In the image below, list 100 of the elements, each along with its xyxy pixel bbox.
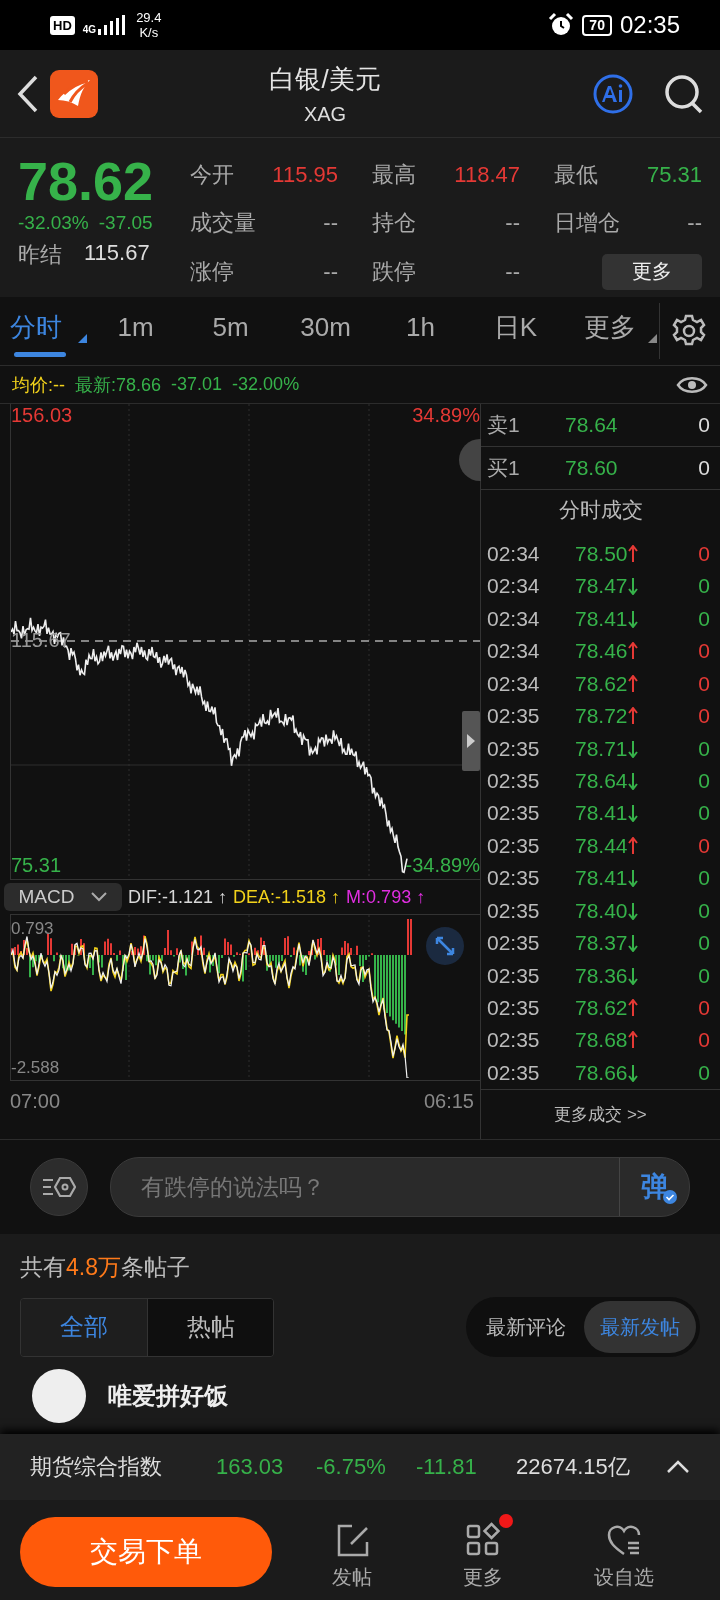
more-trades-link[interactable]: 更多成交 >>: [481, 1089, 720, 1139]
trade-price: 78.37: [575, 931, 628, 956]
trade-volume: 0: [698, 542, 710, 566]
nav-item[interactable]: 更多: [451, 1513, 515, 1591]
price-info: 均价:--: [12, 373, 65, 397]
trade-volume: 0: [698, 1060, 710, 1085]
slide-handle[interactable]: [459, 439, 481, 481]
trade-time: 02:35: [487, 801, 541, 826]
field-label: 最高: [372, 161, 416, 189]
book-price: 78.64: [565, 412, 619, 437]
app-logo-icon: [50, 69, 98, 118]
nav-item[interactable]: 设自选: [582, 1513, 667, 1591]
trade-volume: 0: [698, 704, 710, 729]
change-percent: -32.03%: [18, 212, 89, 234]
field-value: --: [687, 210, 702, 237]
danmaku-button[interactable]: 弹: [619, 1158, 689, 1216]
price-info: 最新:78.66: [75, 373, 162, 397]
axis-label: 75.31: [11, 854, 62, 877]
settings-icon[interactable]: [672, 314, 706, 348]
indicator-value: DEA:-1.518 ↑: [233, 886, 341, 908]
trade-price: 78.50: [575, 542, 628, 566]
arrow-up-icon: [627, 674, 638, 693]
period-tab[interactable]: 更多: [575, 303, 659, 359]
trade-volume: 0: [698, 768, 710, 793]
symbol-code: XAG: [303, 102, 347, 126]
grid-icon: [465, 1521, 501, 1558]
trade-volume: 0: [698, 671, 710, 696]
change-amount: -37.05: [98, 212, 153, 234]
axis-label: -2.588: [11, 1058, 60, 1078]
network-speed: 29.4: [136, 10, 162, 25]
indicator-dropdown[interactable]: MACD: [4, 883, 122, 911]
arrow-down-icon: [627, 609, 638, 628]
eye-icon[interactable]: [676, 374, 708, 395]
trade-price: 78.71: [575, 736, 628, 761]
book-volume: 0: [698, 455, 710, 480]
trade-volume: 0: [698, 931, 710, 956]
trade-time: 02:34: [487, 542, 541, 566]
field-label: 昨结: [18, 241, 62, 269]
alarm-icon: [548, 12, 575, 38]
index-value: 163.03: [216, 1454, 285, 1480]
caret-up-icon[interactable]: [666, 1460, 690, 1474]
axis-label: 07:00: [10, 1089, 61, 1113]
field-label: 最低: [554, 161, 598, 189]
period-tab[interactable]: 1m: [101, 305, 185, 357]
field-label: 今开: [190, 161, 234, 189]
trade-time: 02:35: [487, 736, 541, 761]
list-icon: [42, 1176, 76, 1198]
trade-time: 02:35: [487, 768, 541, 793]
trade-price: 78.40: [575, 898, 628, 923]
index-change-percent: -6.75%: [316, 1454, 387, 1480]
period-tab[interactable]: 1h: [386, 305, 469, 357]
trade-time: 02:34: [487, 639, 541, 664]
trade-price: 78.62: [575, 995, 628, 1020]
field-value: --: [323, 258, 338, 285]
field-value: 115.67: [84, 240, 150, 267]
book-price: 78.60: [565, 455, 619, 480]
collapse-handle[interactable]: [462, 711, 480, 771]
trade-volume: 0: [698, 833, 710, 858]
more-button[interactable]: 更多: [602, 253, 702, 290]
period-tab[interactable]: 5m: [196, 305, 279, 357]
arrow-up-icon: [627, 642, 638, 661]
field-label: 涨停: [190, 257, 234, 286]
trade-price: 78.62: [575, 671, 628, 696]
speed-unit: K/s: [139, 25, 159, 40]
price-info: -32.00%: [232, 374, 300, 395]
trade-volume: 0: [698, 898, 710, 923]
trade-time: 02:35: [487, 931, 541, 956]
trade-volume: 0: [698, 606, 710, 631]
post-count: 共有4.8万条帖子: [20, 1253, 191, 1282]
arrow-up-icon: [627, 836, 638, 855]
axis-label: 34.89%: [412, 404, 480, 427]
trade-time: 02:34: [487, 671, 541, 696]
arrow-down-icon: [627, 869, 638, 888]
expand-icon[interactable]: [426, 927, 464, 965]
chevron-down-icon: [91, 892, 108, 902]
ai-icon[interactable]: [592, 72, 634, 115]
author-name: 唯爱拼好饭: [108, 1381, 228, 1411]
field-value: 118.47: [454, 162, 520, 188]
field-value: --: [323, 210, 338, 237]
field-value: 75.31: [646, 162, 702, 188]
period-tab[interactable]: 30m: [291, 305, 374, 357]
comment-field[interactable]: 有跌停的说法吗？ 弹: [110, 1157, 690, 1217]
search-icon[interactable]: [664, 73, 704, 114]
network-type: 4G: [82, 25, 97, 35]
battery-level: 70: [582, 14, 612, 36]
field-value: 115.95: [272, 162, 338, 188]
trade-price: 78.41: [575, 801, 628, 826]
back-icon[interactable]: [16, 73, 40, 114]
trade-price: 78.44: [575, 833, 628, 858]
axis-label: 06:15: [423, 1089, 474, 1113]
field-value: --: [505, 210, 520, 237]
nav-item[interactable]: 发帖: [319, 1513, 384, 1591]
period-tab[interactable]: 日K: [481, 303, 564, 359]
book-volume: 0: [698, 412, 710, 437]
sort-tab[interactable]: 最新评论: [470, 1301, 582, 1353]
trade-price: 78.41: [575, 606, 628, 631]
arrow-down-icon: [627, 771, 638, 790]
index-change: -11.81: [416, 1454, 478, 1480]
period-tab[interactable]: 分时: [10, 303, 90, 359]
filter-tab[interactable]: 热帖: [147, 1298, 273, 1356]
